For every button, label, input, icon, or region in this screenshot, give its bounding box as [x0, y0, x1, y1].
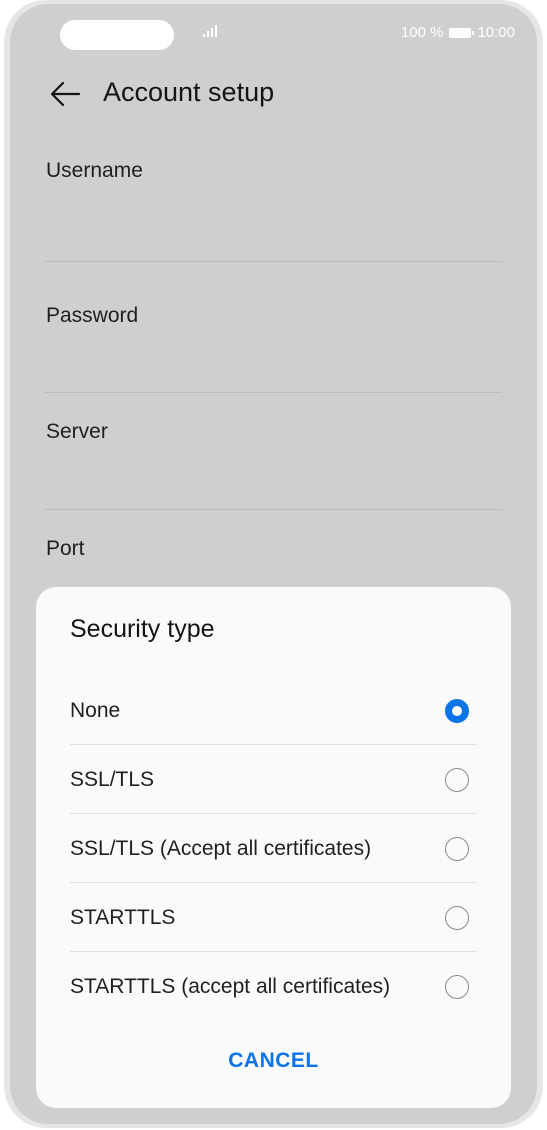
username-field-underline[interactable]	[44, 261, 502, 262]
arrow-left-icon[interactable]	[46, 74, 86, 114]
clock: 10:00	[477, 24, 515, 41]
signal-icon	[203, 25, 217, 37]
battery-percent: 100 %	[400, 24, 444, 41]
option-none[interactable]: None	[36, 676, 511, 745]
password-label: Password	[46, 304, 139, 327]
option-ssl-tls-accept-all[interactable]: SSL/TLS (Accept all certificates)	[36, 814, 511, 883]
option-label: SSL/TLS	[70, 767, 155, 791]
option-ssl-tls[interactable]: SSL/TLS	[36, 745, 511, 814]
status-right: 100 % 10:00	[401, 24, 515, 41]
page-title: Account setup	[103, 77, 275, 107]
option-starttls[interactable]: STARTTLS	[36, 883, 511, 952]
cancel-button[interactable]: CANCEL	[36, 1049, 511, 1073]
port-label: Port	[46, 537, 85, 560]
password-field-underline[interactable]	[44, 392, 502, 393]
radio-icon[interactable]	[445, 836, 469, 861]
screen: 100 % 10:00 Account setup Username Passw…	[10, 4, 537, 1124]
option-label: STARTTLS	[70, 905, 176, 929]
radio-icon[interactable]	[445, 905, 469, 930]
option-label: SSL/TLS (Accept all certificates)	[70, 836, 372, 860]
radio-selected-icon[interactable]	[445, 698, 469, 723]
server-field-underline[interactable]	[44, 509, 502, 510]
radio-icon[interactable]	[445, 974, 469, 999]
option-label: STARTTLS (accept all certificates)	[70, 974, 391, 998]
battery-icon	[449, 27, 475, 38]
camera-pill	[60, 20, 174, 50]
username-label: Username	[46, 159, 143, 182]
phone-frame: 100 % 10:00 Account setup Username Passw…	[4, 0, 543, 1128]
radio-icon[interactable]	[445, 767, 469, 792]
dialog-title: Security type	[70, 615, 215, 643]
server-label: Server	[46, 420, 108, 443]
option-label: None	[70, 698, 121, 722]
security-type-dialog: Security type None SSL/TLS SSL/TLS (Acce…	[36, 587, 511, 1108]
option-starttls-accept-all[interactable]: STARTTLS (accept all certificates)	[36, 952, 511, 1021]
